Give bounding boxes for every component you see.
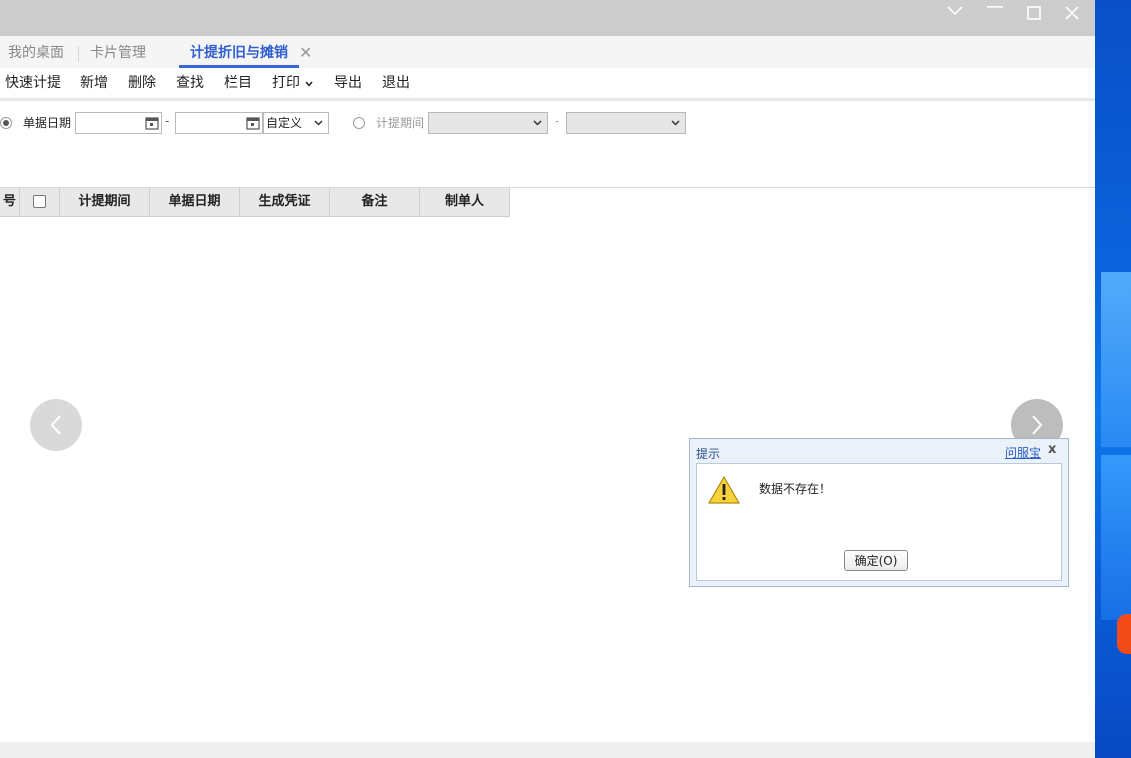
calendar-icon[interactable] [246, 116, 260, 130]
range-select-value: 自定义 [266, 116, 303, 130]
doc-date-label: 单据日期 [23, 116, 72, 130]
chevron-down-icon [314, 113, 323, 140]
filter-panel: 单据日期 - 自定义 计提期间 - [0, 101, 1095, 188]
chevron-down-icon [302, 79, 313, 90]
select-all-checkbox[interactable] [33, 195, 46, 208]
column-header-number[interactable]: 号 [0, 188, 20, 217]
columns-button[interactable]: 栏目 [224, 68, 252, 98]
delete-button[interactable]: 删除 [128, 68, 156, 98]
column-header-voucher[interactable]: 生成凭证 [240, 188, 330, 217]
tab-my-desktop[interactable]: 我的桌面 [8, 36, 64, 68]
desktop-background [1095, 0, 1131, 758]
close-icon[interactable] [1060, 6, 1084, 30]
date-separator: - [165, 114, 170, 128]
period-separator: - [555, 114, 560, 128]
exit-button[interactable]: 退出 [382, 68, 410, 98]
range-select[interactable]: 自定义 [263, 112, 329, 134]
print-button[interactable]: 打印 [272, 68, 313, 98]
select-all-checkbox-cell[interactable] [20, 188, 60, 217]
tab-bar: 我的桌面 卡片管理 计提折旧与摊销 ✕ [0, 36, 1095, 69]
chevron-down-icon [533, 113, 542, 140]
help-link[interactable]: 问服宝 [1005, 444, 1041, 461]
date-from-input[interactable] [75, 112, 162, 134]
warning-icon [708, 476, 740, 504]
app-window: 我的桌面 卡片管理 计提折旧与摊销 ✕ 快速计提 新增 删除 查找 栏目 打印 … [0, 0, 1095, 758]
print-label: 打印 [272, 75, 300, 91]
quick-accrue-button[interactable]: 快速计提 [5, 68, 61, 98]
chevron-down-icon[interactable] [943, 6, 967, 30]
ok-button[interactable]: 确定(O) [844, 550, 908, 571]
period-radio[interactable] [353, 117, 365, 129]
column-header-creator[interactable]: 制单人 [420, 188, 510, 217]
dialog-message: 数据不存在！ [759, 482, 832, 496]
title-bar [0, 0, 1095, 36]
column-header-doc-date[interactable]: 单据日期 [150, 188, 240, 217]
column-header-remark[interactable]: 备注 [330, 188, 420, 217]
doc-date-radio[interactable] [0, 117, 12, 129]
prev-page-button[interactable] [30, 399, 82, 451]
calendar-icon[interactable] [145, 116, 159, 130]
horizontal-scrollbar[interactable] [0, 742, 1095, 758]
period-to-select[interactable] [566, 112, 686, 134]
minimize-icon[interactable] [983, 6, 1007, 30]
period-from-select[interactable] [428, 112, 548, 134]
date-to-input[interactable] [175, 112, 263, 134]
column-header-period[interactable]: 计提期间 [60, 188, 150, 217]
chevron-left-icon [50, 415, 61, 435]
tab-depreciation[interactable]: 计提折旧与摊销 [179, 36, 299, 68]
taskbar-app-icon[interactable] [1117, 614, 1131, 654]
tab-card-management[interactable]: 卡片管理 [90, 36, 146, 68]
dialog-body: 数据不存在！ 确定(O) [696, 463, 1062, 581]
period-label: 计提期间 [376, 116, 425, 130]
add-button[interactable]: 新增 [80, 68, 108, 98]
export-button[interactable]: 导出 [334, 68, 362, 98]
toolbar: 快速计提 新增 删除 查找 栏目 打印 导出 退出 [0, 68, 1095, 101]
dialog-close-icon[interactable]: x [1048, 442, 1056, 457]
chevron-right-icon [1032, 415, 1043, 435]
chevron-down-icon [671, 113, 680, 140]
alert-dialog: 提示 问服宝 x 数据不存在！ 确定(O) [689, 438, 1069, 587]
maximize-icon[interactable] [1022, 6, 1046, 30]
find-button[interactable]: 查找 [176, 68, 204, 98]
tab-close-icon[interactable]: ✕ [299, 36, 312, 68]
dialog-title: 提示 [696, 447, 721, 461]
